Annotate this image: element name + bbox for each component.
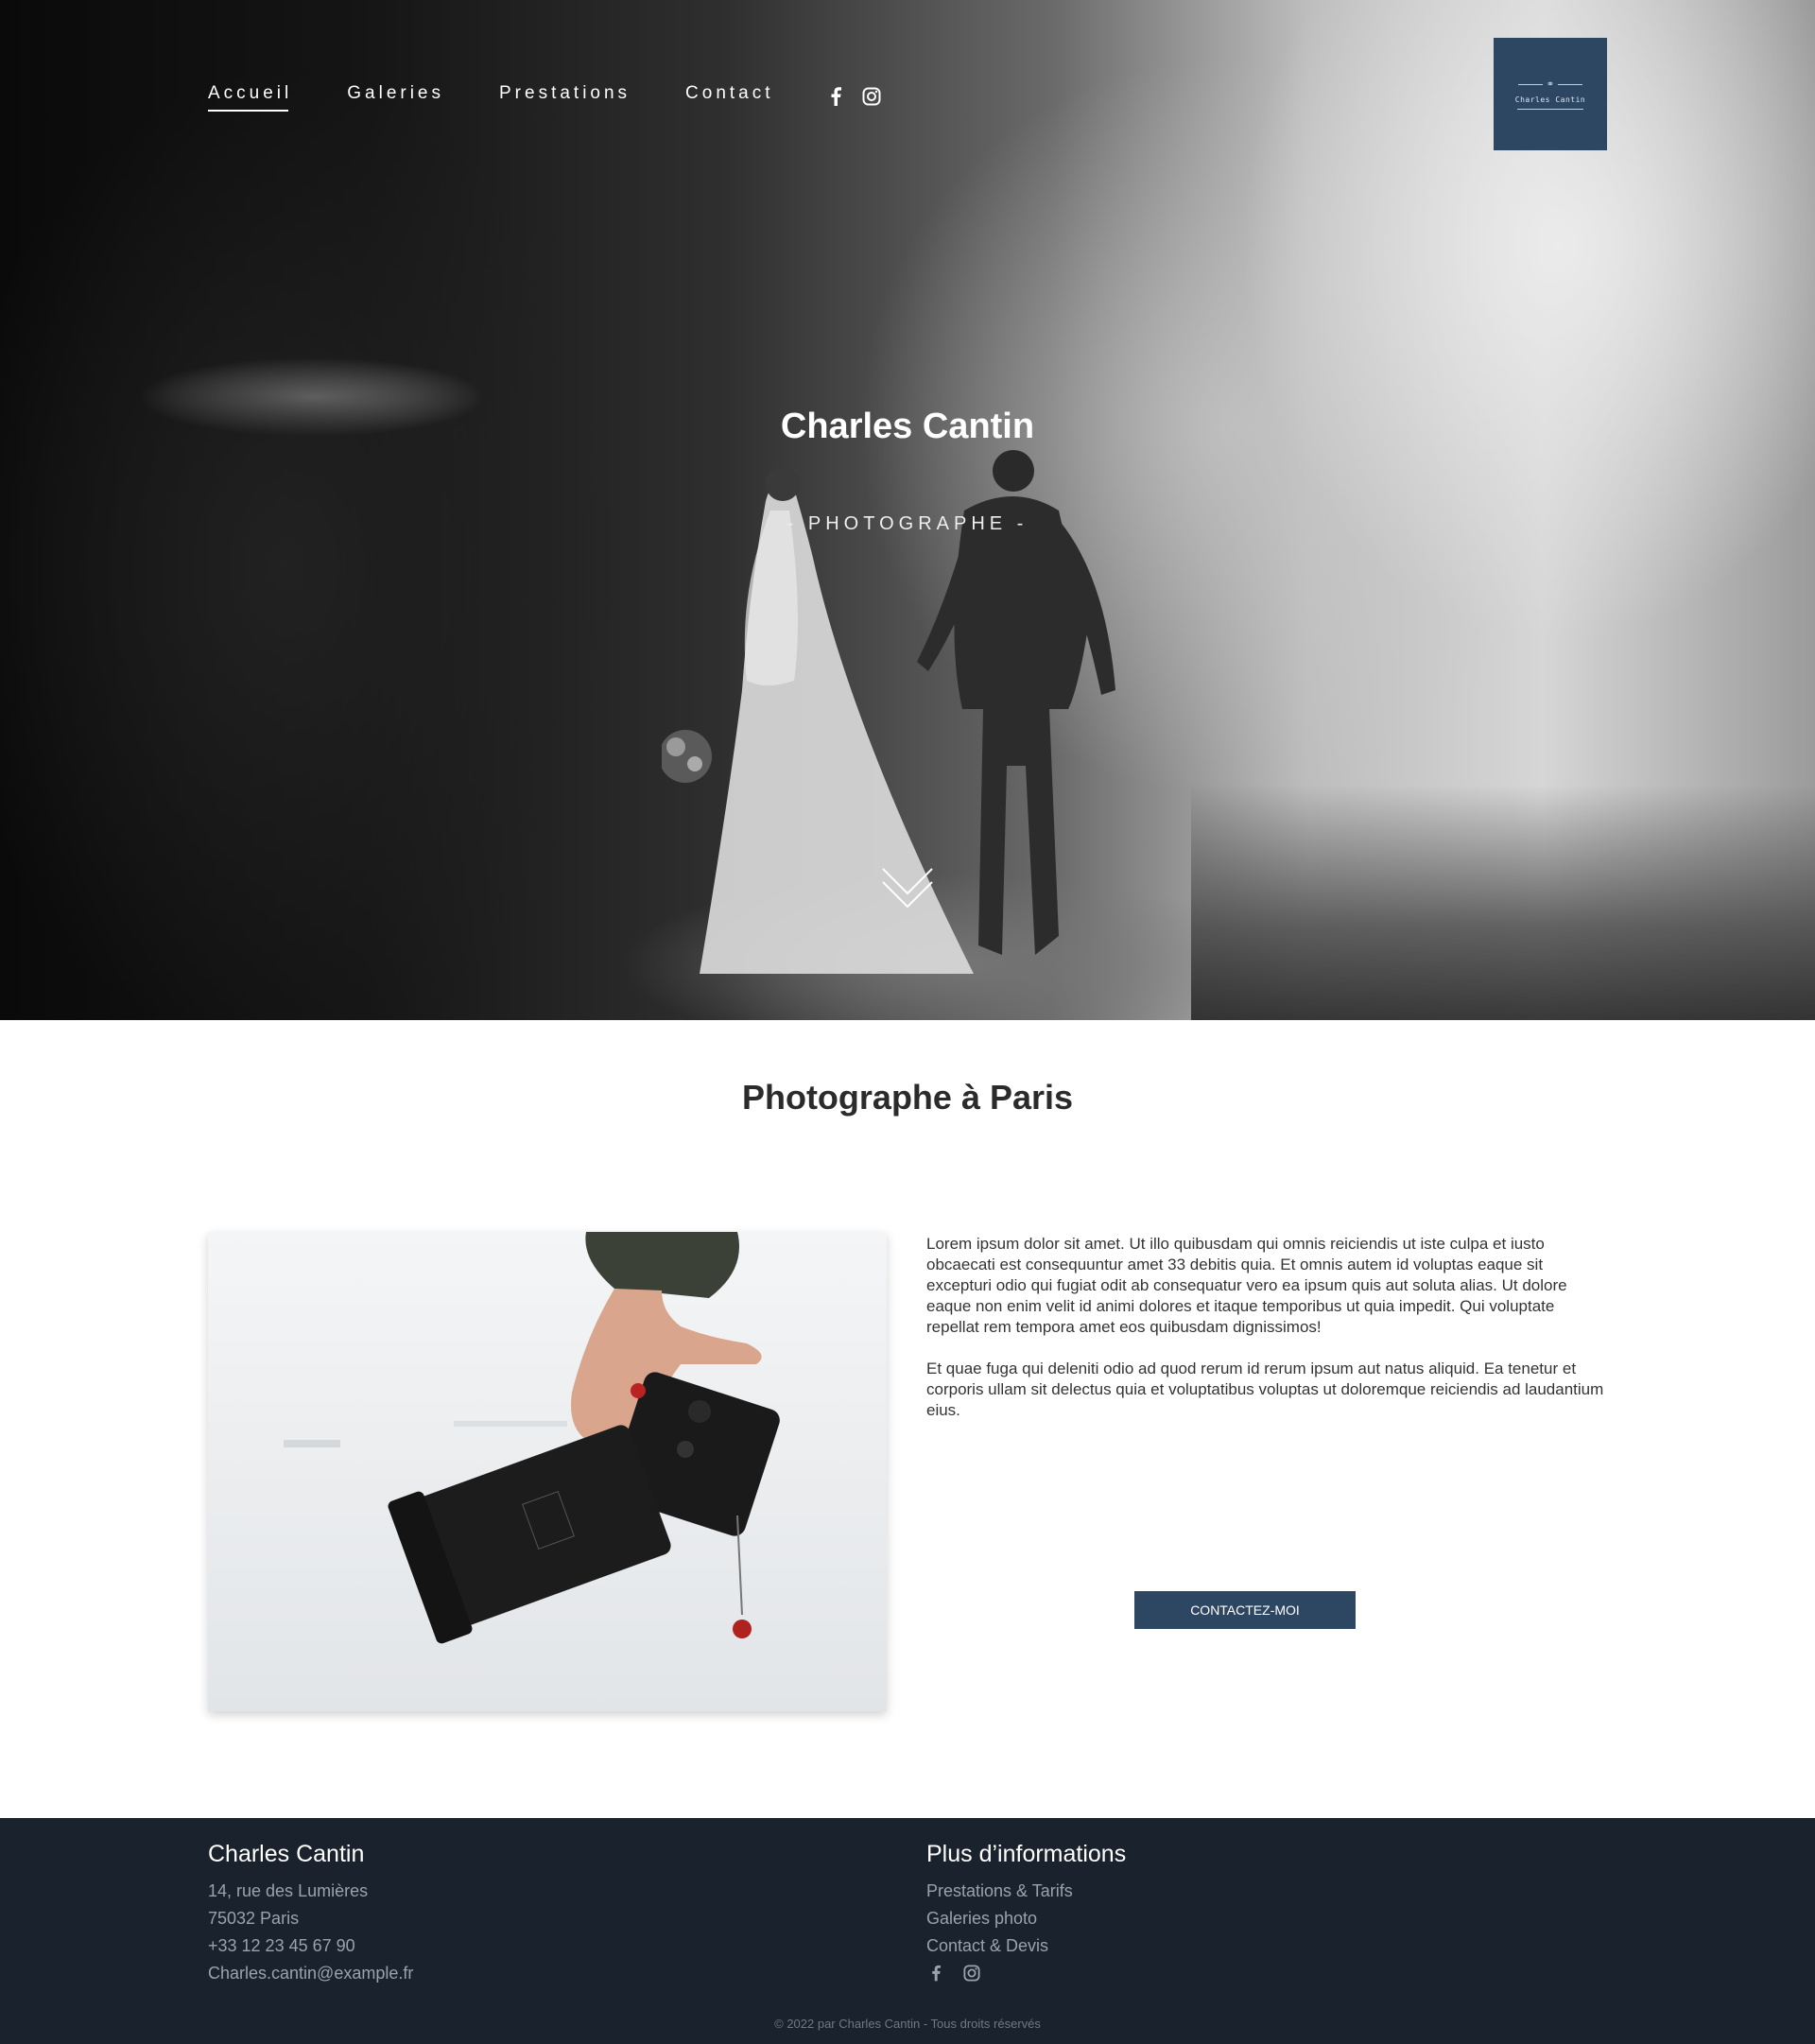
hero-title: Charles Cantin xyxy=(780,407,1035,446)
footer-link-galeries[interactable]: Galeries photo xyxy=(926,1905,1126,1932)
site-footer: Charles Cantin 14, rue des Lumières 7503… xyxy=(0,1818,1815,2044)
rings-icon: ⚭ xyxy=(1517,79,1583,90)
about-text: Lorem ipsum dolor sit amet. Ut illo quib… xyxy=(926,1234,1607,1442)
footer-contact: Charles Cantin 14, rue des Lumières 7503… xyxy=(208,1841,413,1987)
footer-city-line: 75032 Paris xyxy=(208,1909,300,1928)
copyright: © 2022 par Charles Cantin - Tous droits … xyxy=(774,2017,1041,2031)
camera-photo xyxy=(208,1232,887,1711)
nav-item-prestations[interactable]: Prestations xyxy=(499,83,631,110)
footer-link-prestations[interactable]: Prestations & Tarifs xyxy=(926,1878,1126,1905)
hero-grass xyxy=(1191,785,1815,1020)
contact-me-button[interactable]: CONTACTEZ-MOI xyxy=(1134,1591,1356,1629)
about-paragraph-1: Lorem ipsum dolor sit amet. Ut illo quib… xyxy=(926,1235,1567,1336)
nav-item-contact[interactable]: Contact xyxy=(685,83,773,110)
nav-item-accueil[interactable]: Accueil xyxy=(208,83,292,112)
about-paragraph-2: Et quae fuga qui deleniti odio ad quod r… xyxy=(926,1360,1604,1419)
logo-text: Charles Cantin xyxy=(1514,95,1586,104)
footer-info: Plus d’informations Prestations & Tarifs… xyxy=(926,1841,1126,1983)
facebook-icon[interactable] xyxy=(825,86,846,107)
nav-item-galeries[interactable]: Galeries xyxy=(347,83,444,110)
chevron-down-icon[interactable] xyxy=(879,863,936,910)
facebook-icon[interactable] xyxy=(926,1964,945,1983)
section-title: Photographe à Paris xyxy=(741,1078,1074,1117)
footer-address-line: 14, rue des Lumières xyxy=(208,1881,369,1900)
footer-info-title: Plus d’informations xyxy=(926,1841,1127,1867)
logo-underline xyxy=(1517,108,1583,110)
site-logo[interactable]: ⚭ Charles Cantin xyxy=(1494,38,1607,150)
footer-contact-title: Charles Cantin xyxy=(208,1841,365,1867)
hero-section: Accueil Galeries Prestations Contact ⚭ C… xyxy=(0,0,1815,1020)
footer-social xyxy=(926,1964,1126,1983)
footer-link-contact[interactable]: Contact & Devis xyxy=(926,1932,1126,1960)
nav-social xyxy=(825,86,897,107)
instagram-icon[interactable] xyxy=(962,1964,981,1983)
main-nav: Accueil Galeries Prestations Contact xyxy=(208,83,897,112)
instagram-icon[interactable] xyxy=(861,86,882,107)
footer-phone-link[interactable]: +33 12 23 45 67 90 xyxy=(208,1932,413,1960)
hero-subtitle: - PHOTOGRAPHE - xyxy=(786,513,1028,534)
footer-email-link[interactable]: Charles.cantin@example.fr xyxy=(208,1960,413,1987)
